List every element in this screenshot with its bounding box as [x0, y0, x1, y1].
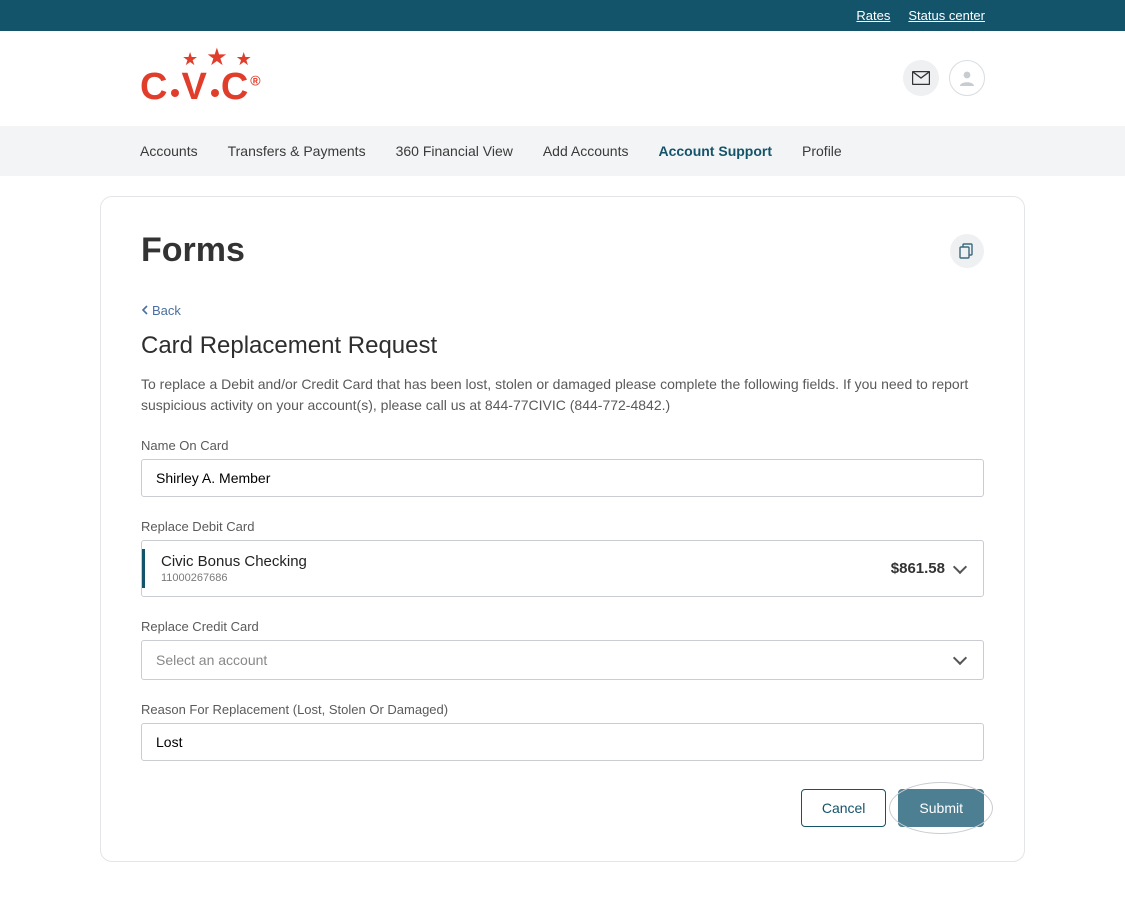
top-bar: Rates Status center	[0, 0, 1125, 31]
nav-accounts[interactable]: Accounts	[140, 143, 198, 159]
chevron-down-icon	[953, 559, 967, 573]
brand-name: CVC®	[140, 68, 263, 106]
nav-360[interactable]: 360 Financial View	[396, 143, 513, 159]
nav-account-support[interactable]: Account Support	[658, 143, 772, 159]
brand-logo[interactable]: ★ ★ ★ CVC®	[140, 49, 263, 106]
main-nav: Accounts Transfers & Payments 360 Financ…	[0, 126, 1125, 176]
back-link[interactable]: Back	[141, 303, 181, 318]
name-on-card-input[interactable]	[141, 459, 984, 497]
form-description: To replace a Debit and/or Credit Card th…	[141, 374, 984, 416]
form-actions: Cancel Submit	[141, 789, 984, 827]
replace-credit-select[interactable]: Select an account	[141, 640, 984, 680]
chevron-left-icon	[141, 305, 148, 315]
back-label: Back	[152, 303, 181, 318]
reason-label: Reason For Replacement (Lost, Stolen Or …	[141, 702, 984, 717]
replace-credit-label: Replace Credit Card	[141, 619, 984, 634]
debit-account-name: Civic Bonus Checking	[161, 553, 307, 570]
nav-transfers[interactable]: Transfers & Payments	[228, 143, 366, 159]
replace-debit-label: Replace Debit Card	[141, 519, 984, 534]
chevron-down-icon	[953, 651, 967, 665]
header-icons	[903, 60, 985, 96]
form-title: Card Replacement Request	[141, 332, 984, 360]
page-card: Forms Back Card Replacement Request To r…	[100, 196, 1025, 862]
submit-label: Submit	[919, 800, 963, 816]
rates-link[interactable]: Rates	[856, 8, 890, 23]
header: ★ ★ ★ CVC®	[0, 31, 1125, 126]
nav-profile[interactable]: Profile	[802, 143, 842, 159]
profile-button[interactable]	[949, 60, 985, 96]
documents-button[interactable]	[950, 234, 984, 268]
page-title: Forms	[141, 231, 245, 270]
name-on-card-label: Name On Card	[141, 438, 984, 453]
debit-account-number: 11000267686	[161, 572, 307, 584]
submit-button[interactable]: Submit	[898, 789, 984, 827]
credit-placeholder: Select an account	[156, 652, 267, 668]
nav-add-accounts[interactable]: Add Accounts	[543, 143, 629, 159]
content-container: Forms Back Card Replacement Request To r…	[0, 176, 1125, 902]
status-center-link[interactable]: Status center	[908, 8, 985, 23]
reason-input[interactable]	[141, 723, 984, 761]
messages-button[interactable]	[903, 60, 939, 96]
mail-icon	[912, 71, 930, 85]
documents-icon	[959, 243, 975, 259]
replace-debit-select[interactable]: Civic Bonus Checking 11000267686 $861.58	[141, 540, 984, 597]
user-icon	[958, 69, 976, 87]
cancel-button[interactable]: Cancel	[801, 789, 887, 827]
debit-account-balance: $861.58	[891, 560, 945, 577]
